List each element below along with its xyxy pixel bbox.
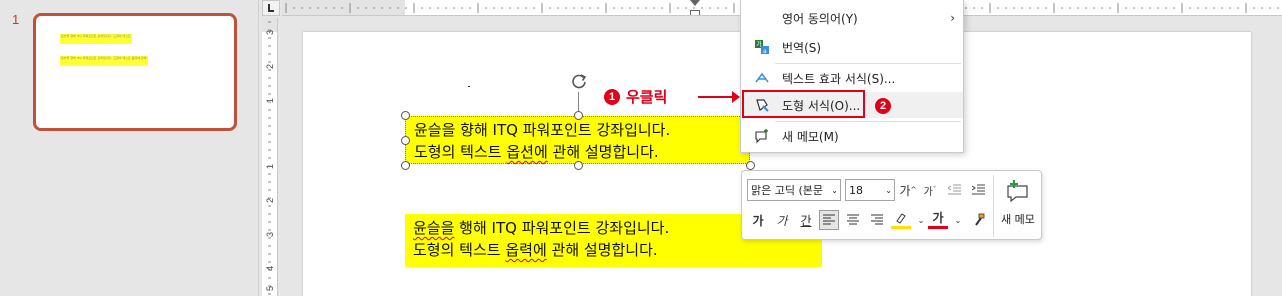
text-effects-icon — [753, 69, 771, 87]
menu-item-translate[interactable]: 가a 번역(S) — [742, 34, 963, 60]
textbox2-line2: 도형의 텍스트 옵력에 관해 설명합니다. — [413, 241, 658, 259]
vruler-num: 1 — [265, 98, 275, 104]
slide-thumbnail[interactable]: 윤슬을 향해 ITQ 파워포인트 강좌입니다. 도형의 텍스트 옵션에 관해 설… — [33, 13, 237, 131]
step1-callout: 1 우클릭 — [604, 86, 667, 107]
vruler-num: 1 — [265, 164, 275, 170]
align-left-icon[interactable] — [819, 210, 839, 230]
font-size-dropdown[interactable]: 18 ⌄ — [845, 179, 895, 201]
tab-selector[interactable] — [262, 0, 280, 16]
shrink-font-button[interactable]: 가ˇ — [920, 180, 940, 200]
menu-item-text-effects[interactable]: 텍스트 효과 서식(S)... — [742, 65, 963, 91]
bold-button[interactable]: 가 — [748, 210, 768, 230]
callout-arrow-icon — [698, 91, 740, 103]
translate-icon: 가a — [753, 38, 771, 56]
first-line-indent-marker[interactable] — [690, 0, 700, 6]
chevron-down-icon: ⌄ — [885, 185, 892, 195]
menu-item-new-comment[interactable]: 새 메모(M) — [742, 123, 963, 149]
increase-indent-icon[interactable] — [969, 180, 989, 200]
resize-handle-n[interactable] — [574, 111, 583, 120]
resize-handle-sw[interactable] — [401, 161, 410, 170]
step2-badge: 2 — [875, 98, 891, 114]
svg-text:가: 가 — [756, 41, 762, 49]
resize-handle-se[interactable] — [746, 161, 755, 170]
rotate-handle-icon[interactable] — [570, 72, 588, 90]
chevron-down-icon: ⌄ — [831, 185, 838, 195]
selected-text-box[interactable]: 윤슬을 향해 ITQ 파워포인트 강좌입니다. 도형의 텍스트 옵션에 관해 설… — [405, 116, 750, 164]
chevron-down-icon[interactable]: ⌄ — [948, 210, 968, 230]
thumb-text-1: 윤슬을 향해 ITQ 파워포인트 강좌입니다. 도형의 텍스트 옵션에 관해 설… — [60, 34, 132, 44]
grow-font-button[interactable]: 가 ^ — [898, 180, 918, 200]
step1-badge: 1 — [604, 88, 620, 105]
vertical-ruler[interactable]: 3 2 1 1 2 3 4 5 — [262, 18, 278, 296]
textbox1-line1: 윤슬을 향해 ITQ 파워포인트 강좌입니다. — [414, 121, 671, 139]
new-comment-icon — [1007, 180, 1028, 203]
highlighter-icon[interactable] — [891, 209, 911, 229]
resize-handle-nw[interactable] — [401, 111, 410, 120]
align-right-icon[interactable] — [867, 210, 887, 230]
font-name-dropdown[interactable]: 맑은 고딕 (본문 ⌄ — [747, 179, 841, 201]
underline-button[interactable]: 간 — [796, 210, 816, 230]
vruler-num: 4 — [265, 266, 275, 272]
menu-item-synonyms[interactable]: 영어 동의어(Y) › — [742, 5, 963, 31]
decrease-indent-icon[interactable] — [945, 180, 965, 200]
highlight-frame — [742, 90, 865, 118]
svg-text:a: a — [763, 48, 767, 55]
left-tab-icon — [268, 4, 274, 12]
textbox1-line2: 도형의 텍스트 옵션에 관해 설명합니다. — [414, 143, 659, 161]
thumb-text-2: 윤슬을 향해 ITQ 파워포인트 강좌입니다. 도형의 텍스트 옵력에 관해 설… — [60, 56, 148, 66]
chevron-right-icon: › — [950, 11, 955, 25]
new-comment-button[interactable]: 새 메모 — [996, 177, 1040, 235]
slide-number: 1 — [12, 12, 20, 27]
resize-handle-s[interactable] — [574, 161, 583, 170]
pane-divider[interactable] — [258, 0, 259, 296]
vruler-num: 5 — [265, 286, 275, 292]
context-menu: 영어 동의어(Y) › 가a 번역(S) 텍스트 효과 서식(S)... 도형 … — [740, 0, 964, 153]
vruler-num: 3 — [265, 30, 275, 36]
italic-button[interactable]: 가 — [772, 210, 792, 230]
format-painter-icon[interactable] — [969, 210, 989, 230]
vruler-num: 2 — [265, 198, 275, 204]
mini-toolbar: 맑은 고딕 (본문 ⌄ 18 ⌄ 가 ^ 가ˇ 가 가 간 ⌄ 가 ⌄ 새 메모 — [741, 170, 1042, 240]
hanging-indent-marker[interactable] — [690, 10, 700, 15]
align-center-icon[interactable] — [843, 210, 863, 230]
vruler-num: 2 — [265, 64, 275, 70]
font-color-button[interactable]: 가 — [928, 209, 948, 229]
vruler-num: 3 — [265, 232, 275, 238]
thumbnail-pane: 1 윤슬을 향해 ITQ 파워포인트 강좌입니다. 도형의 텍스트 옵션에 관해… — [0, 0, 258, 296]
new-comment-icon — [753, 127, 771, 145]
resize-handle-w[interactable] — [401, 136, 410, 145]
vruler-ticks — [268, 21, 271, 295]
step1-label: 우클릭 — [626, 88, 668, 106]
